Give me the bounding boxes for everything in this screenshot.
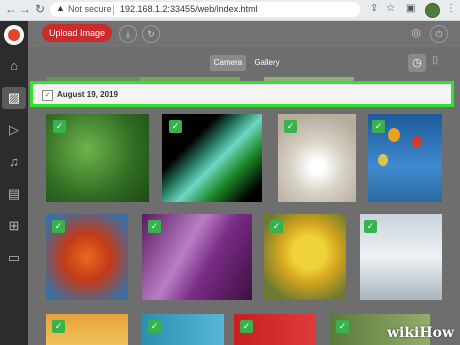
power-icon[interactable]: ⏻ (430, 25, 448, 43)
document-icon[interactable]: ▤ (0, 183, 28, 205)
tab-gallery[interactable]: Gallery (250, 55, 284, 71)
home-icon[interactable]: ⌂ (0, 55, 28, 77)
selected-check-icon[interactable]: ✓ (336, 320, 349, 333)
browser-toolbar: ← → ↻ ▲ Not secure 192.168.1.2:33455/web… (0, 0, 460, 21)
video-icon[interactable]: ▷ (0, 119, 28, 141)
selected-check-icon[interactable]: ✓ (52, 220, 65, 233)
watermark: wikiHow (386, 325, 454, 341)
photo-thumbnail[interactable]: ✓ (368, 114, 442, 202)
sidebar: ⌂ ▨ ▷ ♫ ▤ ⊞ ▭ (0, 21, 28, 345)
photo-thumbnail[interactable]: ✓ (234, 314, 316, 345)
logo-mark (8, 29, 20, 41)
address-bar[interactable]: ▲ Not secure 192.168.1.2:33455/web/index… (50, 2, 360, 17)
music-icon[interactable]: ♫ (0, 151, 28, 173)
selected-check-icon[interactable]: ✓ (52, 320, 65, 333)
refresh-icon[interactable]: ↻ (142, 25, 160, 43)
forward-icon[interactable]: → (18, 2, 32, 16)
date-group-header[interactable]: ✓ August 19, 2019 (30, 81, 454, 107)
not-secure-label: Not secure (68, 4, 112, 14)
photo-thumbnail[interactable]: ✓ (360, 214, 442, 300)
photo-thumbnail[interactable]: ✓ (46, 314, 128, 345)
balloon-shape (378, 154, 388, 166)
menu-dots-icon[interactable]: ⋮ (446, 3, 456, 14)
photo-thumbnail[interactable]: ✓ (142, 214, 252, 300)
balloon-shape (388, 128, 400, 142)
warning-icon: ▲ (56, 3, 65, 13)
tab-camera[interactable]: Camera (210, 55, 246, 71)
back-icon[interactable]: ← (4, 2, 18, 16)
download-icon[interactable]: ⤓ (119, 25, 137, 43)
apps-icon[interactable]: ⊞ (0, 215, 28, 237)
photo-thumbnail[interactable]: ✓ (162, 114, 262, 202)
selected-check-icon[interactable]: ✓ (284, 120, 297, 133)
divider (113, 5, 114, 15)
url-text[interactable]: 192.168.1.2:33455/web/index.html (120, 4, 258, 14)
photo-thumbnail[interactable]: ✓ (278, 114, 356, 202)
selected-check-icon[interactable]: ✓ (148, 220, 161, 233)
photo-thumbnail[interactable]: ✓ (142, 314, 224, 345)
selected-check-icon[interactable]: ✓ (240, 320, 253, 333)
profile-avatar[interactable] (425, 3, 440, 18)
photo-thumbnail[interactable]: ✓ (264, 214, 346, 300)
sidebar-panel-icon[interactable]: ▣ (406, 3, 415, 14)
timeline-view-icon[interactable]: ◷ (408, 54, 426, 72)
balloon-shape (412, 136, 422, 148)
selected-check-icon[interactable]: ✓ (169, 120, 182, 133)
folder-icon[interactable]: ▭ (0, 247, 28, 269)
reload-icon[interactable]: ↻ (33, 2, 47, 16)
upload-image-button[interactable]: Upload Image (42, 24, 112, 42)
selected-check-icon[interactable]: ✓ (53, 120, 66, 133)
date-select-checkbox[interactable]: ✓ (42, 90, 53, 101)
camera-view-icon[interactable]: ⌷ (432, 55, 439, 68)
bookmark-star-icon[interactable]: ☆ (386, 3, 395, 14)
photo-thumbnail[interactable]: ✓ (46, 214, 128, 300)
selected-check-icon[interactable]: ✓ (148, 320, 161, 333)
selected-check-icon[interactable]: ✓ (372, 120, 385, 133)
share-icon[interactable]: ⇪ (370, 3, 378, 14)
date-label: August 19, 2019 (57, 90, 118, 99)
image-icon[interactable]: ▨ (0, 87, 28, 109)
chat-icon[interactable]: ◎ (408, 25, 424, 41)
photo-thumbnail[interactable]: ✓ (46, 114, 149, 202)
selected-check-icon[interactable]: ✓ (270, 220, 283, 233)
app-logo (4, 25, 24, 45)
selected-check-icon[interactable]: ✓ (364, 220, 377, 233)
